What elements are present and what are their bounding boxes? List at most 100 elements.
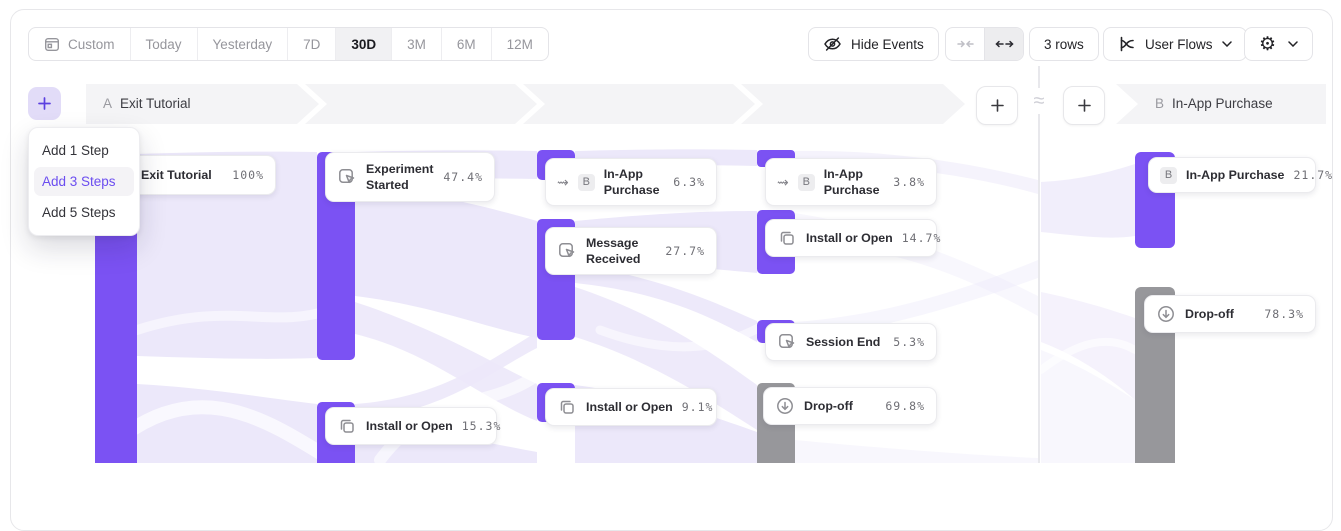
date-range-6m[interactable]: 6M [441,28,491,60]
date-range-label: 30D [351,37,376,52]
flow-node-pct: 21.7% [1293,168,1333,182]
drop-off-icon [775,396,795,416]
flow-node-experiment-started[interactable]: Experiment Started 47.4% [325,152,495,202]
flow-node-install-or-open-step4[interactable]: Install or Open 14.7% [765,219,937,257]
drop-off-icon [1156,304,1176,324]
menu-item-add-3-steps[interactable]: Add 3 Steps [34,167,134,196]
flow-node-label: In-App Purchase [604,166,665,198]
hide-events-button[interactable]: Hide Events [808,27,939,61]
plus-icon [990,98,1005,113]
flow-node-label: Session End [806,334,880,350]
calendar-icon [44,36,60,52]
section-divider-line [1038,66,1040,463]
flow-node-install-or-open-step3[interactable]: Install or Open 9.1% [545,388,717,426]
flow-node-in-app-purchase-step3[interactable]: ⇝ B In-App Purchase 6.3% [545,158,717,206]
add-step-button-section-b[interactable] [1063,86,1105,125]
window-copy-icon [337,416,357,436]
flow-node-label: Message Received [586,235,656,267]
flow-node-pct: 9.1% [682,400,714,414]
out-arrow-icon: ⇝ [557,175,569,189]
b-badge: B [1160,167,1177,184]
flow-node-pct: 14.7% [902,231,942,245]
menu-item-add-1-step[interactable]: Add 1 Step [34,136,134,165]
flow-node-label: Drop-off [1185,306,1234,322]
flow-node-drop-off-section-b[interactable]: Drop-off 78.3% [1144,295,1316,333]
flow-node-message-received[interactable]: Message Received 27.7% [545,227,717,275]
menu-item-add-5-steps[interactable]: Add 5 Steps [34,198,134,227]
date-range-label: Yesterday [213,37,273,52]
plus-icon [1077,98,1092,113]
plus-icon [37,96,52,111]
flow-node-session-end[interactable]: Session End 5.3% [765,323,937,361]
rows-count-button[interactable]: 3 rows [1029,27,1099,61]
collapse-expand-toggle [945,27,1024,61]
eye-off-icon [823,35,842,53]
expand-columns-button[interactable] [984,28,1023,60]
flow-node-label: Exit Tutorial [141,167,212,183]
rows-count-label: 3 rows [1044,37,1084,52]
chevron-down-icon [1288,41,1298,47]
flow-node-pct: 6.3% [673,175,705,189]
flow-node-pct: 15.3% [462,419,502,433]
flow-node-label: Install or Open [586,399,673,415]
chevron-down-icon [1222,41,1232,47]
collapse-columns-button[interactable] [946,28,984,60]
add-step-button-active[interactable] [28,87,61,120]
step-header-band [86,84,1326,124]
flow-node-pct: 27.7% [665,244,705,258]
step-band-b-label: B In-App Purchase [1155,96,1273,111]
section-title: Exit Tutorial [120,96,191,111]
b-badge: B [798,174,815,191]
flow-node-install-or-open-step2[interactable]: Install or Open 15.3% [325,407,497,445]
date-range-yesterday[interactable]: Yesterday [197,28,288,60]
flow-node-label: Install or Open [366,418,453,434]
flow-node-pct: 100% [232,168,264,182]
date-range-custom[interactable]: Custom [29,28,130,60]
flow-node-label: Install or Open [806,230,893,246]
date-range-label: 3M [407,37,426,52]
date-range-30d-selected[interactable]: 30D [335,28,391,60]
date-range-label: Today [146,37,182,52]
date-range-label: Custom [68,37,115,52]
flow-node-label: Drop-off [804,398,853,414]
date-range-label: 7D [303,37,320,52]
settings-dropdown[interactable]: ⚙ [1244,27,1313,61]
section-break-symbol: ≈ [1026,88,1052,114]
section-letter: B [1155,96,1164,111]
step-band-a-label: A Exit Tutorial [103,96,191,111]
click-event-icon [557,241,577,261]
add-step-menu: Add 1 Step Add 3 Steps Add 5 Steps [28,127,140,236]
date-range-picker: Custom Today Yesterday 7D 30D 3M 6M 12M [28,27,549,61]
window-copy-icon [777,228,797,248]
add-step-button-section-a[interactable] [976,86,1018,125]
gear-icon: ⚙ [1259,35,1276,54]
flow-node-drop-off-step4[interactable]: Drop-off 69.8% [763,387,937,425]
flow-node-pct: 78.3% [1264,307,1304,321]
flow-node-in-app-purchase-step4[interactable]: ⇝ B In-App Purchase 3.8% [765,158,937,206]
date-range-today[interactable]: Today [130,28,197,60]
flow-node-pct: 47.4% [443,170,483,184]
expand-arrows-icon [995,39,1014,49]
flow-node-label: Experiment Started [366,161,434,193]
flow-node-pct: 3.8% [893,175,925,189]
flow-node-pct: 5.3% [893,335,925,349]
flow-node-pct: 69.8% [885,399,925,413]
click-event-icon [777,332,797,352]
flows-chart-icon [1118,35,1136,53]
b-badge: B [578,174,595,191]
date-range-label: 12M [507,37,533,52]
date-range-3m[interactable]: 3M [391,28,441,60]
chart-type-label: User Flows [1145,37,1213,52]
flow-node-in-app-purchase-section-b[interactable]: B In-App Purchase 21.7% [1148,157,1316,193]
window-copy-icon [557,397,577,417]
click-event-icon [337,167,357,187]
section-title: In-App Purchase [1172,96,1273,111]
flow-node-label: In-App Purchase [1186,167,1284,183]
date-range-12m[interactable]: 12M [491,28,548,60]
chart-type-dropdown[interactable]: User Flows [1103,27,1247,61]
date-range-label: 6M [457,37,476,52]
date-range-7d[interactable]: 7D [287,28,335,60]
flow-node-label: In-App Purchase [824,166,885,198]
section-letter: A [103,96,112,111]
out-arrow-icon: ⇝ [777,175,789,189]
